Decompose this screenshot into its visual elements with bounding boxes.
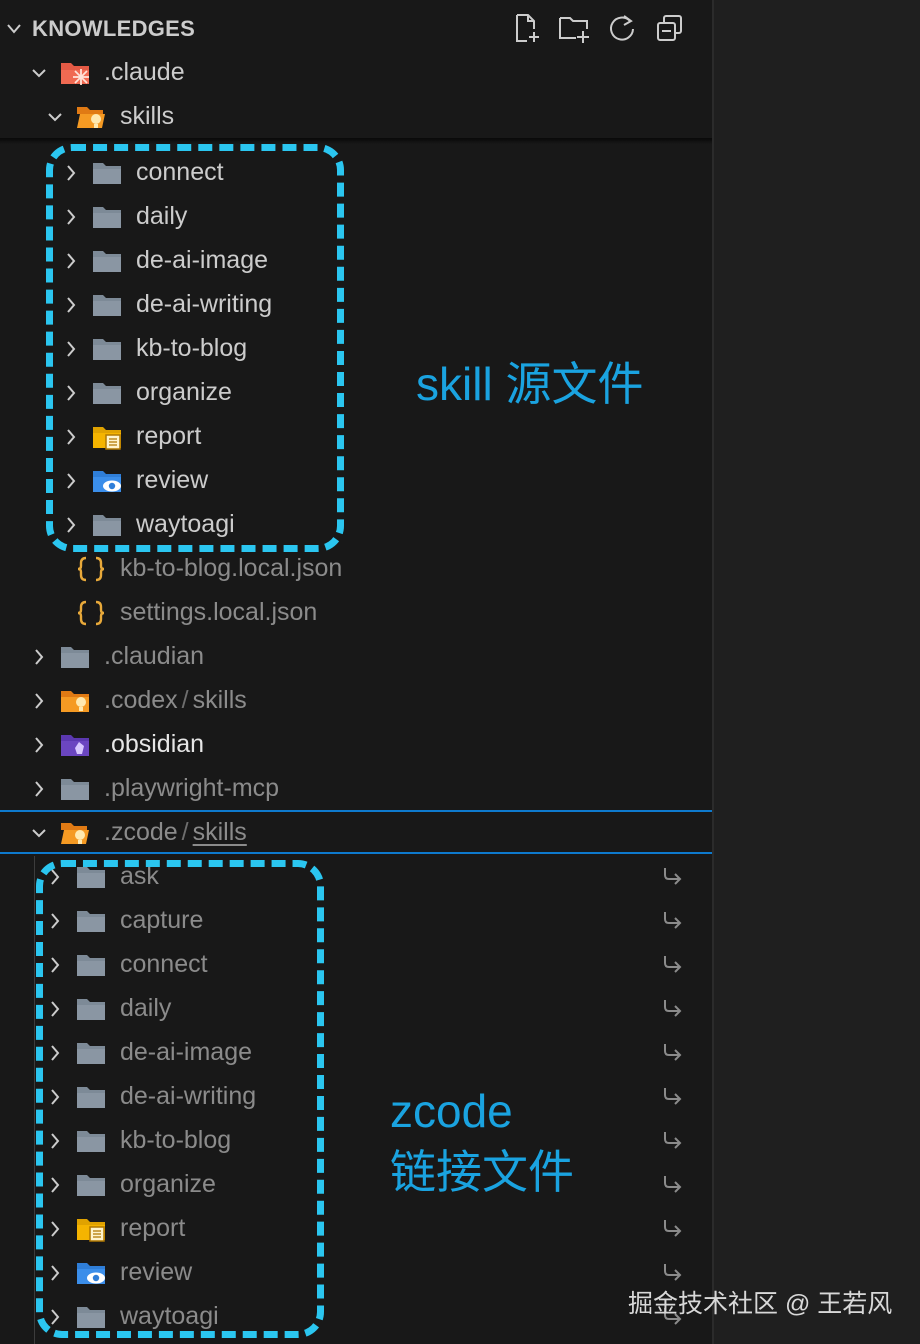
- symlink-icon: [664, 1264, 682, 1281]
- chevron-down-icon[interactable]: [6, 22, 22, 36]
- tree-item-label: skills: [120, 102, 175, 130]
- json-file-icon: [77, 600, 105, 626]
- path-separator: /: [181, 686, 189, 714]
- tree-item-label: .obsidian: [104, 730, 205, 758]
- tree-item-codex[interactable]: .codex / skills: [0, 679, 712, 723]
- compact-subfolder: skills: [192, 686, 247, 714]
- tree-item-zcode[interactable]: .zcode / skills: [0, 810, 712, 854]
- tree-item-label: .zcode / skills: [104, 818, 247, 847]
- source-files-highlight: [46, 144, 344, 552]
- skills-folder-open-icon: [61, 823, 89, 844]
- tree-item-label: .claude: [104, 58, 185, 86]
- editor-area: [712, 0, 920, 1344]
- tree-item-label: .claudian: [104, 642, 205, 670]
- tree-item-playwright-mcp[interactable]: .playwright-mcp: [0, 767, 712, 811]
- symlink-icon: [664, 1000, 682, 1017]
- chevron-down-icon: [48, 113, 62, 122]
- chevron-right-icon: [35, 693, 44, 709]
- tree-item-claude-skills[interactable]: skills: [0, 95, 712, 139]
- collapse-all-icon[interactable]: [654, 12, 686, 44]
- symlink-icon: [664, 1132, 682, 1149]
- tree-item-file-settings-json[interactable]: settings.local.json: [0, 591, 712, 635]
- linked-files-highlight: [36, 860, 324, 1338]
- tree-item-claudian[interactable]: .claudian: [0, 635, 712, 679]
- tree-item-file-kb-to-blog-json[interactable]: kb-to-blog.local.json: [0, 547, 712, 591]
- skills-folder-open-icon: [77, 107, 105, 128]
- obsidian-folder-icon: [61, 735, 89, 756]
- watermark: 掘金技术社区 @ 王若风: [628, 1290, 893, 1318]
- tree-item-label: kb-to-blog.local.json: [120, 554, 343, 582]
- new-folder-icon[interactable]: [558, 12, 590, 44]
- symlink-icon: [664, 1220, 682, 1237]
- new-file-icon[interactable]: [510, 12, 542, 44]
- refresh-icon[interactable]: [606, 12, 638, 44]
- chevron-right-icon: [35, 781, 44, 797]
- folder-icon: [61, 779, 89, 800]
- tree-item-label: .codex / skills: [104, 686, 247, 715]
- symlink-icon: [664, 912, 682, 929]
- chevron-right-icon: [35, 737, 44, 753]
- symlink-icon: [664, 1044, 682, 1061]
- tree-item-label: settings.local.json: [120, 598, 318, 626]
- tree-item-label: .playwright-mcp: [104, 774, 280, 802]
- folder-name: .zcode: [104, 818, 178, 846]
- symlink-icon: [664, 956, 682, 973]
- path-separator: /: [181, 818, 189, 846]
- source-files-annotation: skill 源文件: [416, 358, 644, 410]
- chevron-down-icon: [32, 69, 46, 78]
- chevron-right-icon: [35, 649, 44, 665]
- compact-subfolder: skills: [192, 818, 247, 846]
- claude-folder-icon: [61, 63, 89, 85]
- explorer-title: KNOWLEDGES: [32, 16, 196, 41]
- folder-name: .codex: [104, 686, 178, 714]
- skills-folder-icon: [61, 691, 89, 712]
- explorer-header: KNOWLEDGES: [0, 0, 712, 56]
- chevron-down-icon: [32, 829, 46, 838]
- linked-files-annotation-line2: 链接文件: [390, 1146, 574, 1198]
- tree-item-claude[interactable]: .claude: [0, 51, 712, 95]
- json-file-icon: [77, 556, 105, 582]
- symlink-icon: [664, 868, 682, 885]
- folder-icon: [61, 647, 89, 668]
- symlink-icon: [664, 1176, 682, 1193]
- tree-item-obsidian[interactable]: .obsidian: [0, 723, 712, 767]
- symlink-icon: [664, 1088, 682, 1105]
- linked-files-annotation-line1: zcode: [390, 1085, 513, 1137]
